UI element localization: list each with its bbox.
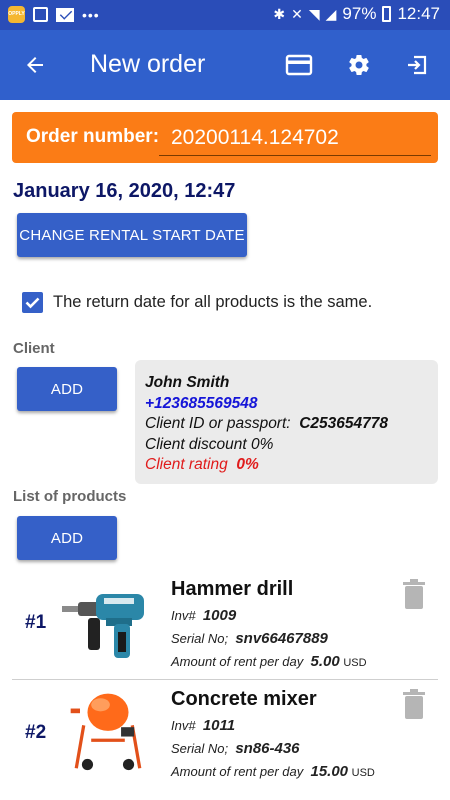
change-rental-start-date-button[interactable]: CHANGE RENTAL START DATE: [17, 213, 247, 257]
wifi-icon: ◥: [308, 5, 320, 22]
serial-value: sn86-436: [235, 740, 300, 757]
status-bar: OPPLY ••• ✱ ✕ ◥ ◢ 97% 12:47: [0, 0, 450, 30]
inv-label: Inv#: [171, 718, 196, 733]
order-number-label: Order number:: [26, 126, 160, 147]
client-phone[interactable]: +123685569548: [145, 394, 428, 415]
client-id-value: C253654778: [299, 415, 388, 432]
status-right: ✱ ✕ ◥ ◢ 97% 12:47: [273, 4, 440, 24]
serial-label: Serial No;: [171, 631, 229, 646]
same-return-date-label: The return date for all products is the …: [53, 293, 373, 311]
currency: USD: [343, 657, 367, 669]
product-inv-row: Inv# 1009: [171, 607, 236, 624]
status-time: 12:47: [397, 4, 440, 23]
concrete-mixer-image: [70, 693, 142, 771]
status-left: OPPLY •••: [8, 6, 100, 23]
exit-icon: [408, 55, 427, 75]
client-id-label: Client ID or passport:: [145, 415, 291, 432]
product-divider: [12, 679, 438, 680]
product-item[interactable]: #1 Hammer drill Inv# 1009 Serial No; snv…: [0, 572, 450, 682]
trash-icon[interactable]: [402, 689, 426, 719]
product-index: #2: [25, 722, 47, 743]
same-return-date-checkbox[interactable]: [22, 292, 43, 313]
page-title: New order: [90, 50, 206, 78]
order-number-bar: Order number: 20200114.124702: [12, 112, 438, 163]
product-serial-row: Serial No; snv66467889: [171, 630, 328, 647]
client-rating-label: Client rating: [145, 456, 228, 473]
hammer-drill-image: [62, 594, 144, 658]
client-card[interactable]: John Smith +123685569548 Client ID or pa…: [135, 360, 438, 484]
inv-label: Inv#: [171, 608, 196, 623]
product-name: Concrete mixer: [171, 688, 317, 710]
add-client-button[interactable]: ADD: [17, 367, 117, 411]
product-name: Hammer drill: [171, 578, 294, 600]
battery-icon: [382, 6, 392, 22]
add-product-button[interactable]: ADD: [17, 516, 117, 560]
rent-label: Amount of rent per day: [171, 654, 304, 669]
credit-card-icon: [285, 54, 313, 76]
product-inv-row: Inv# 1011: [171, 717, 235, 734]
mute-icon: ✕: [291, 5, 303, 22]
exit-button[interactable]: [400, 48, 434, 82]
arrow-left-icon: [27, 57, 43, 73]
products-section-title: List of products: [13, 488, 127, 505]
more-notifications-icon: •••: [82, 6, 100, 23]
client-rating-value: 0%: [236, 456, 259, 473]
rental-start-date: January 16, 2020, 12:47: [13, 180, 236, 202]
inv-value: 1011: [202, 717, 236, 734]
signal-icon: ◢: [325, 5, 337, 22]
battery-percent: 97%: [342, 4, 377, 23]
sim-icon: [33, 7, 48, 22]
trash-icon[interactable]: [402, 579, 426, 609]
card-button[interactable]: [282, 48, 316, 82]
settings-button[interactable]: [342, 48, 376, 82]
rent-value: 5.00: [310, 653, 340, 670]
product-serial-row: Serial No; sn86-436: [171, 740, 300, 757]
mail-icon: [56, 7, 74, 22]
product-rent-row: Amount of rent per day 5.00 USD: [171, 653, 367, 670]
back-button[interactable]: [18, 48, 52, 82]
inv-value: 1009: [202, 607, 237, 624]
client-rating-row: Client rating 0%: [145, 455, 428, 476]
serial-value: snv66467889: [235, 630, 328, 647]
client-discount: Client discount 0%: [145, 435, 274, 453]
client-section-title: Client: [13, 340, 55, 357]
checkmark-icon: [25, 297, 40, 309]
product-item[interactable]: #2 Concrete mixer Inv# 1011 Serial No; s…: [0, 682, 450, 792]
serial-label: Serial No;: [171, 741, 229, 756]
rent-label: Amount of rent per day: [171, 764, 304, 779]
bluetooth-icon: ✱: [273, 5, 286, 22]
product-rent-row: Amount of rent per day 15.00 USD: [171, 763, 375, 780]
app-bar: New order: [0, 30, 450, 100]
gear-icon: [349, 55, 369, 76]
order-number-field[interactable]: 20200114.124702: [159, 120, 431, 156]
app-badge-icon: OPPLY: [8, 6, 25, 23]
client-name: John Smith: [145, 374, 230, 391]
rent-value: 15.00: [310, 763, 349, 780]
currency: USD: [351, 767, 375, 779]
client-id-row: Client ID or passport: C253654778: [145, 414, 428, 435]
product-index: #1: [25, 612, 47, 633]
